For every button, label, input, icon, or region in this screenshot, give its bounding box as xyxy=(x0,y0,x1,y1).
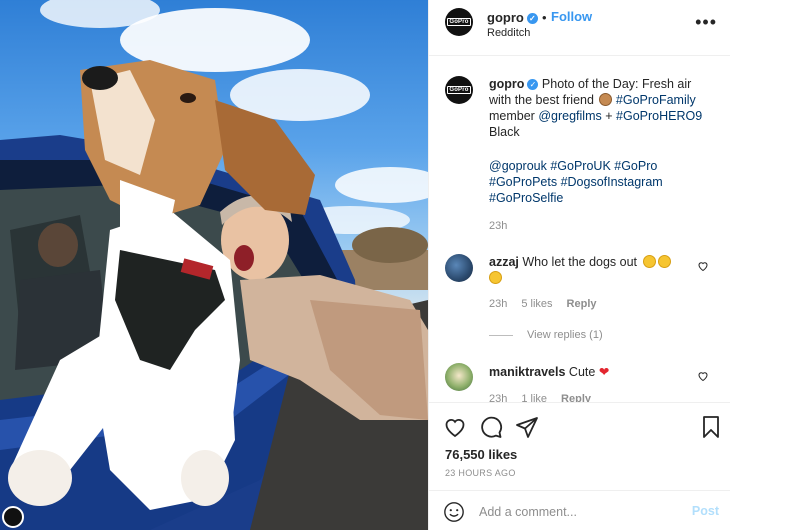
comment-likes[interactable]: 5 likes xyxy=(521,298,552,310)
comment-username[interactable]: azzaj xyxy=(489,255,519,269)
verified-badge-icon: ✓ xyxy=(527,79,539,90)
comment-username[interactable]: maniktravels xyxy=(489,365,565,379)
reply-button[interactable]: Reply xyxy=(561,393,591,402)
view-replies-link[interactable]: View replies (1) xyxy=(489,329,603,341)
add-comment-input[interactable] xyxy=(479,502,679,522)
post-photo[interactable] xyxy=(0,0,428,530)
comment-text: maniktravels Cute ❤ xyxy=(489,365,610,379)
caption-time: 23h xyxy=(489,220,508,232)
emoji-smile-icon[interactable] xyxy=(443,501,465,523)
caption-username[interactable]: gopro xyxy=(489,77,524,91)
commenter-avatar[interactable] xyxy=(445,254,473,282)
red-heart-emoji-icon: ❤ xyxy=(598,365,610,379)
follow-button[interactable]: Follow xyxy=(551,9,592,24)
share-icon[interactable] xyxy=(515,415,539,439)
commenter-avatar[interactable] xyxy=(445,363,473,391)
likes-count[interactable]: 76,550 likes xyxy=(445,447,517,462)
verified-badge-icon: ✓ xyxy=(526,13,538,24)
more-options-icon[interactable]: ••• xyxy=(695,12,717,33)
post-comment-button[interactable]: Post xyxy=(692,504,719,518)
laughing-emoji-icon xyxy=(657,255,671,268)
add-comment-bar: Post xyxy=(429,490,731,530)
comment-likes[interactable]: 1 like xyxy=(521,393,547,402)
reply-button[interactable]: Reply xyxy=(567,298,597,310)
dog-emoji-icon xyxy=(599,93,613,106)
mention-link[interactable]: @gregfilms xyxy=(538,109,601,123)
comment-like-heart-icon[interactable] xyxy=(697,370,709,382)
location-link[interactable]: Redditch xyxy=(487,27,530,39)
laughing-emoji-icon xyxy=(489,271,502,284)
header-username[interactable]: gopro ✓ xyxy=(487,10,538,25)
separator-dot: • xyxy=(542,10,547,25)
gopro-avatar-icon[interactable]: GoPro xyxy=(445,8,473,36)
comment-meta: 23h 1 like Reply xyxy=(489,393,605,402)
page-background xyxy=(730,0,800,530)
comment-icon[interactable] xyxy=(479,415,503,439)
caption-hashtags[interactable]: @goprouk #GoProUK #GoPro #GoProPets #Dog… xyxy=(489,158,715,206)
comment-meta: 23h 5 likes Reply xyxy=(489,298,597,310)
comment-like-heart-icon[interactable] xyxy=(697,260,709,272)
bookmark-icon[interactable] xyxy=(699,415,723,439)
hashtag-link[interactable]: #GoProFamily xyxy=(616,93,696,107)
user-avatar-icon[interactable] xyxy=(2,506,24,528)
comments-section[interactable]: GoPro gopro ✓ Photo of the Day: Fresh air… xyxy=(429,57,731,402)
caption-text: gopro ✓ Photo of the Day: Fresh air with … xyxy=(489,77,703,139)
comment-text: azzaj Who let the dogs out xyxy=(489,254,689,286)
hashtag-link[interactable]: #GoProHERO9 xyxy=(616,109,702,123)
gopro-avatar-icon[interactable]: GoPro xyxy=(445,76,473,104)
heart-icon[interactable] xyxy=(443,415,467,439)
post-header: GoPro gopro ✓ • Follow Redditch ••• xyxy=(429,0,731,56)
post-actions: 76,550 likes 23 HOURS AGO xyxy=(429,402,731,490)
photo-illustration xyxy=(0,0,428,530)
post-details-panel: GoPro gopro ✓ • Follow Redditch ••• GoPro… xyxy=(428,0,731,530)
laughing-emoji-icon xyxy=(642,255,656,268)
post-time-ago: 23 HOURS AGO xyxy=(445,468,516,478)
